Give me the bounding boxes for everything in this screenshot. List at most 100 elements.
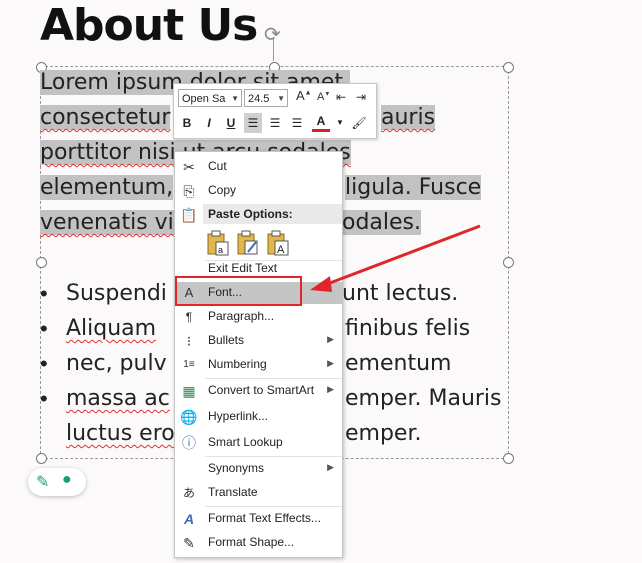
menu-item-translate[interactable]: あ Translate [175,482,342,504]
align-center-icon[interactable]: ☰ [266,113,284,133]
submenu-arrow-icon: ▶ [327,334,334,344]
menu-separator [205,456,342,457]
designer-suggestions-button[interactable]: ✎ ● [28,468,86,496]
menu-item-smart-lookup[interactable]: ⓘ Smart Lookup [175,432,342,454]
text-segment: elementum, [40,175,174,200]
menu-item-label: Exit Edit Text [208,261,278,275]
menu-item-format-shape[interactable]: ✎ Format Shape... [175,532,342,554]
menu-item-bullets[interactable]: ⁝ Bullets ▶ [175,330,342,352]
numbering-icon: 1≡ [183,359,195,370]
text-segment: venenatis vi [40,210,174,235]
menu-item-synonyms[interactable]: Synonyms ▶ [175,458,342,480]
svg-text:a: a [218,245,223,255]
paste-keep-text-only-icon[interactable]: A [266,230,290,256]
mini-formatting-toolbar: Open Sa ▼ 24.5 ▼ A▲ A▼ ⇤ ⇥ B I U ☰ ☰ ☰ A ▼… [173,83,377,139]
resize-handle-w[interactable] [36,257,47,268]
menu-item-numbering[interactable]: 1≡ Numbering ▶ [175,354,342,376]
bullet-item-text[interactable]: Aliquam [66,316,156,341]
copy-icon: ⎘ [183,183,195,199]
resize-handle-ne[interactable] [503,62,514,73]
chevron-down-icon[interactable]: ▼ [277,90,285,108]
chevron-down-icon[interactable]: ▼ [231,90,239,108]
resize-handle-sw[interactable] [36,453,47,464]
bullet-marker: • [40,281,48,306]
bullets-icon: ⁝ [186,333,192,349]
bullet-item-text[interactable]: massa ac [66,386,170,411]
format-shape-icon: ✎ [183,535,195,551]
paste-keep-formatting-icon[interactable]: a [206,230,230,256]
text-segment: auris [381,105,436,130]
font-name-value: Open Sa [182,93,226,105]
paragraph-icon: ¶ [185,310,193,324]
menu-item-label: Numbering [208,357,267,371]
lightbulb-icon: ● [62,471,72,488]
font-color-button[interactable]: A [312,113,330,132]
context-menu: ✂ Cut ⎘ Copy 📋 Paste Options: a A Exit E… [174,151,343,558]
bullet-marker: • [40,386,48,411]
align-right-icon[interactable]: ☰ [288,113,306,133]
paste-picture-icon[interactable] [236,230,260,256]
hyperlink-globe-icon: 🌐 [180,409,198,425]
menu-item-format-text-effects[interactable]: A Format Text Effects... [175,508,342,530]
paragraph-line[interactable]: elementum, [40,175,174,200]
menu-item-label: Translate [208,485,258,499]
paragraph-line-tail[interactable]: ligula. Fusce [345,175,482,200]
resize-handle-se[interactable] [503,453,514,464]
menu-item-label: Paragraph... [208,309,275,323]
menu-item-paragraph[interactable]: ¶ Paragraph... [175,306,342,328]
magic-wand-icon: ✎ [36,474,50,491]
italic-button[interactable]: I [200,113,218,133]
align-left-icon[interactable]: ☰ [244,113,262,133]
annotation-arrow [310,224,481,292]
paragraph-line[interactable]: venenatis vi [40,210,174,235]
menu-item-label: Bullets [208,333,245,347]
svg-text:A: A [277,244,285,256]
bullet-item-text-tail[interactable]: emper. [345,421,421,446]
bullet-item-text-tail[interactable]: emper. Mauris [345,386,502,411]
grow-font-button[interactable]: A▲ [296,88,312,103]
slide-title[interactable]: About Us [40,0,258,51]
resize-handle-e[interactable] [503,257,514,268]
menu-item-label: Paste Options: [208,207,293,221]
smart-lookup-icon: ⓘ [182,435,196,451]
bullet-item-text[interactable]: nec, pulv [66,351,167,376]
text-effects-icon: A [183,511,195,527]
menu-item-label: Convert to SmartArt [208,383,315,397]
clipboard-icon: 📋 [180,207,198,223]
menu-item-label: Smart Lookup [208,435,283,449]
paragraph-line-tail[interactable]: auris [381,105,436,130]
shrink-font-button[interactable]: A▼ [317,91,330,103]
menu-item-label: Copy [208,183,237,197]
bullet-item-text-tail[interactable]: finibus felis [345,316,470,341]
menu-item-copy[interactable]: ⎘ Copy [175,180,342,202]
menu-item-hyperlink[interactable]: 🌐 Hyperlink... [175,406,342,428]
decrease-indent-icon[interactable]: ⇤ [336,90,346,104]
font-color-dropdown-icon[interactable]: ▼ [331,113,349,133]
menu-item-convert-to-smartart[interactable]: ▦ Convert to SmartArt ▶ [175,380,342,402]
menu-separator [205,506,342,507]
menu-item-label: Format Shape... [208,535,295,549]
menu-item-cut[interactable]: ✂ Cut [175,156,342,178]
text-segment: consectetur [40,105,171,130]
text-segment: ligula. Fusce [345,175,482,200]
menu-separator [205,378,342,379]
format-painter-icon[interactable]: 🖌 [350,113,368,133]
submenu-arrow-icon: ▶ [327,358,334,368]
bullet-marker: • [40,316,48,341]
bullet-item-text[interactable]: luctus ero [66,421,175,446]
font-name-combobox[interactable]: Open Sa ▼ [178,89,242,107]
bold-button[interactable]: B [178,113,196,133]
submenu-arrow-icon: ▶ [327,384,334,394]
underline-button[interactable]: U [222,113,240,133]
bullet-item-text-tail[interactable]: ementum [345,351,451,376]
font-size-combobox[interactable]: 24.5 ▼ [244,89,288,107]
smartart-icon: ▦ [182,383,196,399]
increase-indent-icon[interactable]: ⇥ [356,90,366,104]
bullet-marker: • [40,351,48,376]
annotation-highlight-box [175,276,302,306]
paragraph-line[interactable]: consectetur [40,105,171,130]
translate-icon: あ [182,486,195,500]
bullet-item-text[interactable]: Suspendi [66,281,167,306]
menu-item-label: Hyperlink... [208,409,269,423]
menu-item-label: Format Text Effects... [208,511,321,525]
